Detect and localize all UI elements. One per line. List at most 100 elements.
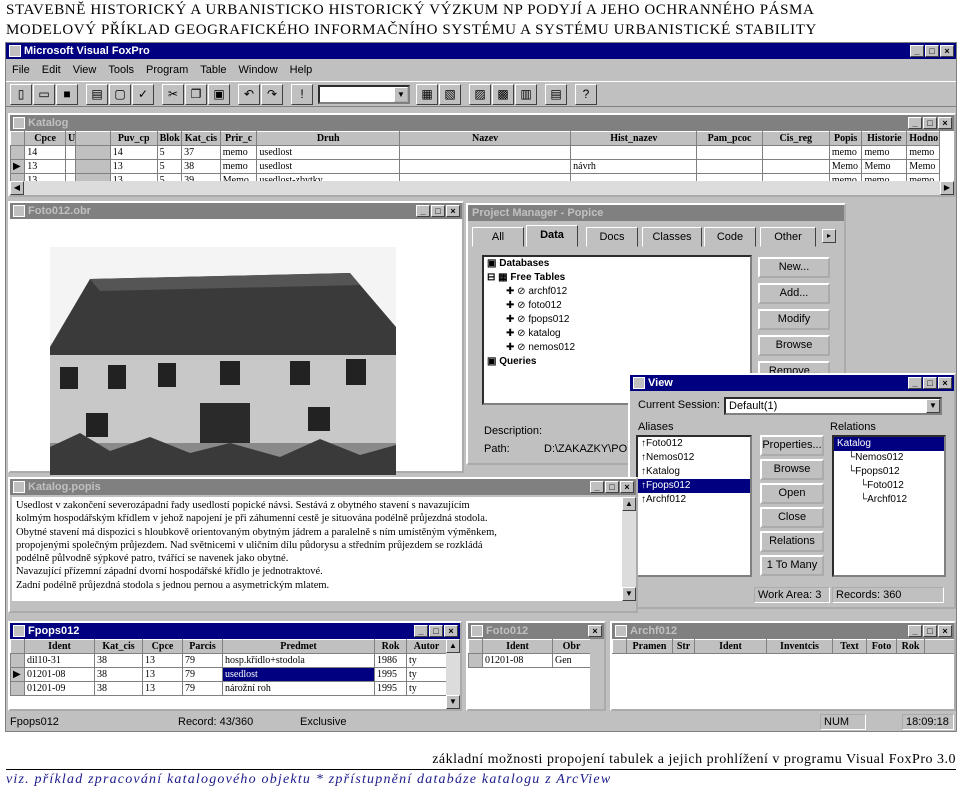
- relation-item[interactable]: └Fpops012: [834, 465, 944, 479]
- table-cell[interactable]: 5: [156, 145, 183, 160]
- column-header[interactable]: Nazev: [399, 131, 572, 146]
- column-header[interactable]: Obr: [552, 639, 590, 654]
- fpops-titlebar[interactable]: Fpops012 _ □ ×: [10, 623, 460, 639]
- column-header[interactable]: Foto: [866, 639, 897, 654]
- scroll-up-icon[interactable]: ▲: [622, 497, 636, 511]
- table-cell[interactable]: 38: [94, 667, 143, 682]
- table-cell[interactable]: 79: [182, 681, 223, 696]
- table-cell[interactable]: 38: [94, 653, 143, 668]
- table-row[interactable]: dil10-31 38 13 79 hosp.křídlo+stodola 1986 ty: [10, 653, 446, 668]
- table-cell[interactable]: [761, 159, 830, 174]
- table-cell[interactable]: Memo: [828, 159, 863, 174]
- list-item[interactable]: ↑Katalog: [638, 465, 750, 479]
- column-header[interactable]: Autor: [406, 639, 446, 654]
- table-cell[interactable]: 13: [109, 159, 158, 174]
- new-file-icon[interactable]: ▯: [10, 84, 32, 105]
- tab-classes[interactable]: Classes: [642, 227, 702, 247]
- open-button[interactable]: Open: [760, 483, 824, 504]
- column-header[interactable]: Predmet: [222, 639, 375, 654]
- tab-all[interactable]: All: [472, 227, 524, 247]
- table-cell[interactable]: memo: [906, 145, 940, 160]
- menu-view[interactable]: View: [73, 61, 97, 79]
- column-header[interactable]: Hodno: [906, 131, 940, 146]
- row-selector[interactable]: [468, 653, 483, 668]
- row-selector[interactable]: ▶: [10, 667, 25, 682]
- run-icon[interactable]: !: [291, 84, 313, 105]
- foto012-titlebar[interactable]: Foto012 ×: [468, 623, 604, 639]
- column-header[interactable]: Pam_pcoc: [696, 131, 763, 146]
- table-cell[interactable]: memo: [219, 145, 258, 160]
- scroll-right-icon[interactable]: ▶: [940, 181, 954, 195]
- relations-tree[interactable]: Katalog └Nemos012 └Fpops012 └Foto012 └Ar…: [832, 435, 946, 577]
- table-cell[interactable]: [761, 145, 830, 160]
- close-table-button[interactable]: Close: [760, 507, 824, 528]
- maximize-button[interactable]: □: [431, 205, 445, 217]
- close-button[interactable]: ×: [938, 625, 952, 637]
- table-cell[interactable]: [696, 159, 763, 174]
- maximize-button[interactable]: □: [923, 377, 937, 389]
- maximize-button[interactable]: □: [923, 117, 937, 129]
- maximize-button[interactable]: □: [925, 45, 939, 57]
- column-header[interactable]: Puv_cp: [109, 131, 158, 146]
- tree-table-item[interactable]: ✚ ⊘ nemos012: [484, 341, 750, 355]
- table-cell[interactable]: 79: [182, 667, 223, 682]
- table-cell[interactable]: 37: [181, 145, 221, 160]
- spell-check-icon[interactable]: ✓: [132, 84, 154, 105]
- view-window-icon[interactable]: ▧: [439, 84, 461, 105]
- tab-scroll-icon[interactable]: ▸: [822, 229, 836, 243]
- table-cell[interactable]: [570, 145, 698, 160]
- column-header[interactable]: Text: [832, 639, 867, 654]
- table-cell[interactable]: 01201-08: [482, 653, 553, 668]
- minimize-button[interactable]: _: [908, 377, 922, 389]
- tree-table-item[interactable]: ✚ ⊘ archf012: [484, 285, 750, 299]
- column-header[interactable]: Rok: [374, 639, 407, 654]
- form-wizard-icon[interactable]: ▨: [469, 84, 491, 105]
- table-cell[interactable]: 5: [156, 159, 183, 174]
- maximize-button[interactable]: □: [605, 481, 619, 493]
- column-header[interactable]: Historie: [861, 131, 908, 146]
- close-button[interactable]: ×: [588, 625, 602, 637]
- column-header[interactable]: Popis: [828, 131, 863, 146]
- archf-grid[interactable]: Pramen Str Ident Inventcis Text Foto Rok: [612, 639, 954, 709]
- chevron-down-icon[interactable]: ▼: [394, 87, 408, 102]
- relation-item[interactable]: └Foto012: [834, 479, 944, 493]
- relations-button[interactable]: Relations: [760, 531, 824, 552]
- scroll-left-icon[interactable]: ◀: [10, 181, 24, 195]
- paste-icon[interactable]: ▣: [208, 84, 230, 105]
- autoform-icon[interactable]: ▥: [515, 84, 537, 105]
- open-folder-icon[interactable]: ▭: [33, 84, 55, 105]
- close-button[interactable]: ×: [940, 45, 954, 57]
- table-cell[interactable]: 13: [24, 159, 66, 174]
- table-cell[interactable]: [696, 145, 763, 160]
- close-button[interactable]: ×: [446, 205, 460, 217]
- cut-icon[interactable]: ✂: [162, 84, 184, 105]
- table-cell[interactable]: 01201-08: [24, 667, 95, 682]
- minimize-button[interactable]: _: [910, 45, 924, 57]
- maximize-button[interactable]: □: [923, 625, 937, 637]
- table-cell[interactable]: 13: [142, 653, 183, 668]
- row-selector[interactable]: [10, 145, 26, 160]
- chevron-down-icon[interactable]: ▼: [926, 399, 940, 413]
- tree-table-item[interactable]: ✚ ⊘ katalog: [484, 327, 750, 341]
- column-header[interactable]: Cis_reg: [761, 131, 830, 146]
- column-header[interactable]: Ident: [24, 639, 95, 654]
- list-item[interactable]: ↑Archf012: [638, 493, 750, 507]
- table-cell[interactable]: ty: [406, 681, 446, 696]
- memo-text[interactable]: Usedlost v zakončení severozápadní řady …: [12, 497, 622, 601]
- column-header[interactable]: Rok: [896, 639, 925, 654]
- view-titlebar[interactable]: View _ □ ×: [630, 375, 954, 391]
- table-cell[interactable]: usedlost: [222, 667, 375, 682]
- scroll-down-icon[interactable]: ▼: [622, 587, 636, 601]
- command-window-icon[interactable]: ▦: [416, 84, 438, 105]
- menu-window[interactable]: Window: [239, 61, 278, 79]
- row-selector[interactable]: ▶: [10, 159, 26, 174]
- table-cell[interactable]: 1986: [374, 653, 407, 668]
- save-icon[interactable]: ■: [56, 84, 78, 105]
- table-cell[interactable]: memo: [219, 159, 258, 174]
- table-row[interactable]: ▶ 01201-08 38 13 79 usedlost 1995 ty: [10, 667, 446, 682]
- table-row[interactable]: 01201-09 38 13 79 nárožní roh 1995 ty: [10, 681, 446, 696]
- table-cell[interactable]: 79: [182, 653, 223, 668]
- tab-docs[interactable]: Docs: [586, 227, 638, 247]
- minimize-button[interactable]: _: [414, 625, 428, 637]
- minimize-button[interactable]: _: [416, 205, 430, 217]
